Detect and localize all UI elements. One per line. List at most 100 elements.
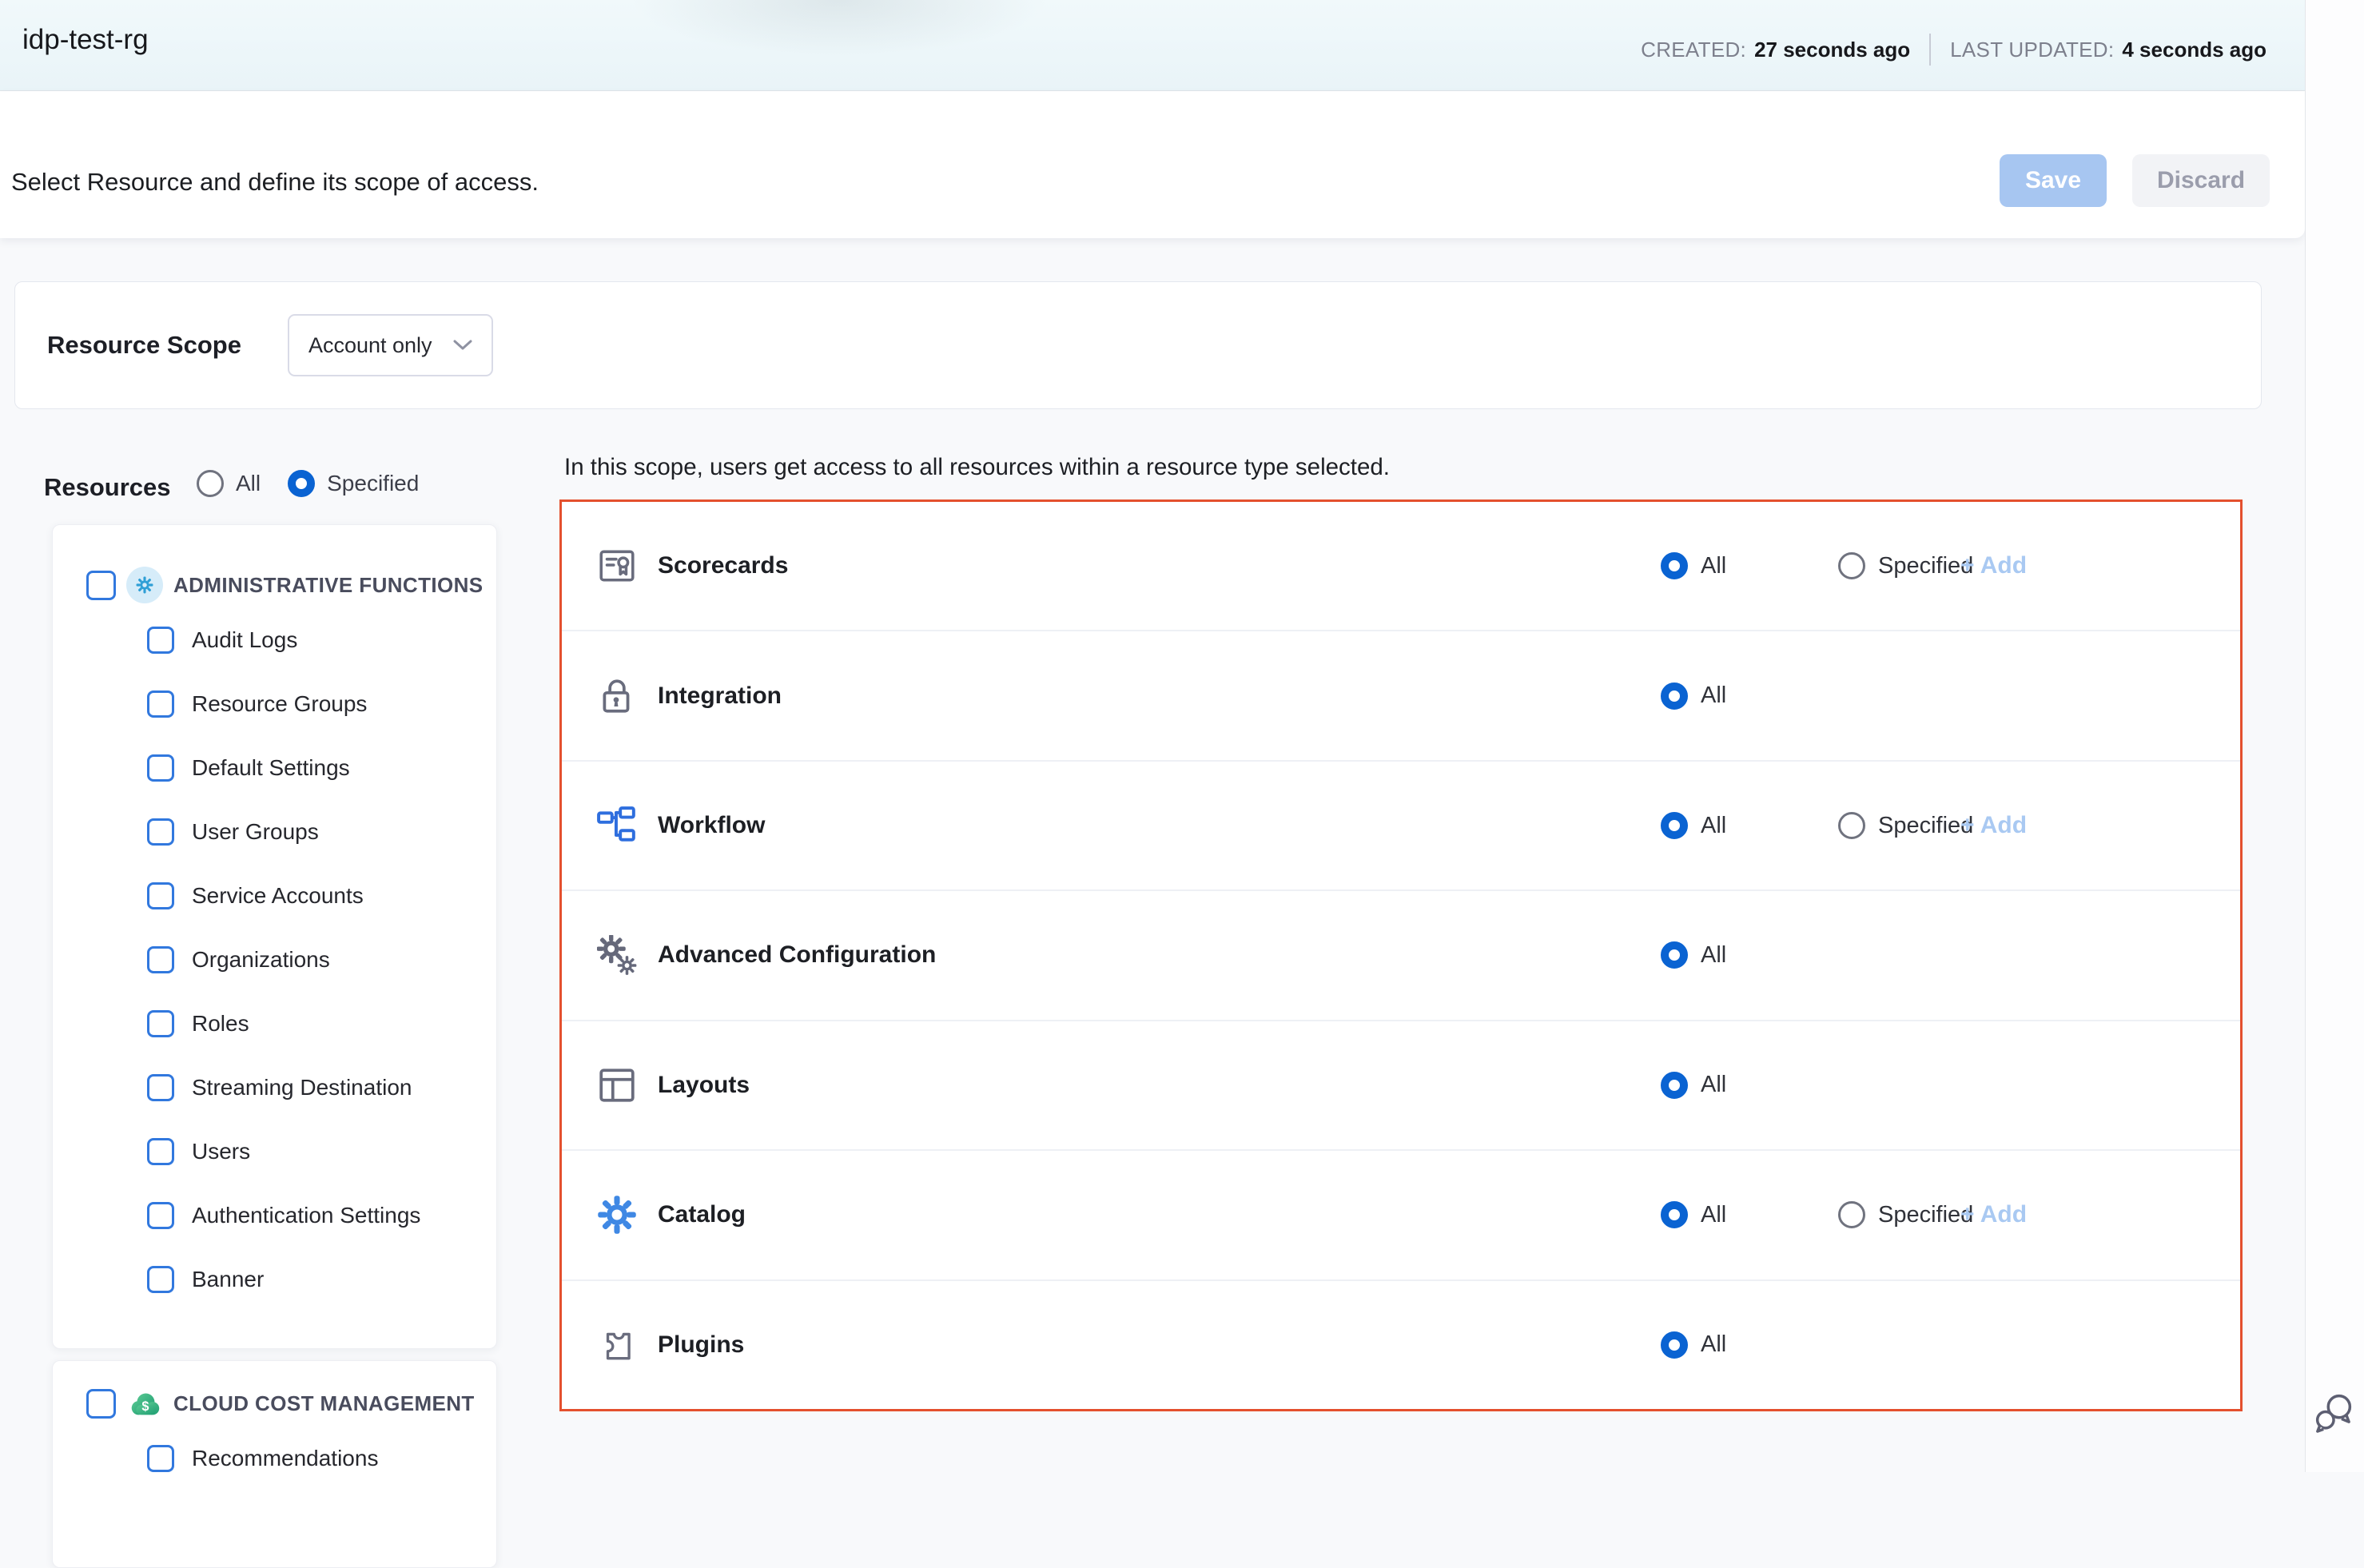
resources-mode-options: All Specified xyxy=(197,470,419,497)
scorecard-icon xyxy=(597,546,637,586)
resource-scope-label: Resource Scope xyxy=(47,331,241,360)
resource-type-row: Layouts All xyxy=(562,1021,2240,1151)
header-meta: CREATED: 27 seconds ago LAST UPDATED: 4 … xyxy=(1641,34,2266,66)
resources-mode-specified[interactable]: Specified xyxy=(288,470,419,497)
all-radio[interactable] xyxy=(1661,941,1688,969)
item-checkbox[interactable] xyxy=(147,754,174,782)
resource-item[interactable]: Audit Logs xyxy=(147,608,488,672)
resource-group-header: ADMINISTRATIVE FUNCTIONS xyxy=(86,567,488,603)
resource-group-card: $ CLOUD COST MANAGEMENT Recommendations xyxy=(52,1360,497,1568)
resource-item[interactable]: Banner xyxy=(147,1248,488,1311)
item-checkbox[interactable] xyxy=(147,1138,174,1165)
resource-type-label: Scorecards xyxy=(658,552,788,579)
resource-type-label: Workflow xyxy=(658,812,765,839)
resource-item[interactable]: Roles xyxy=(147,992,488,1056)
all-radio[interactable] xyxy=(1661,1072,1688,1099)
item-checkbox[interactable] xyxy=(147,818,174,846)
resource-item[interactable]: Users xyxy=(147,1120,488,1184)
resources-mode-all[interactable]: All xyxy=(197,470,261,497)
group-checkbox[interactable] xyxy=(86,1389,116,1419)
all-radio[interactable] xyxy=(1661,1201,1688,1228)
item-checkbox[interactable] xyxy=(147,1445,174,1472)
toolbar-description: Select Resource and define its scope of … xyxy=(11,168,539,197)
access-all-option[interactable]: All xyxy=(1661,812,1726,839)
resource-item[interactable]: Organizations xyxy=(147,928,488,992)
specified-radio[interactable] xyxy=(1838,812,1865,839)
updated-label: LAST UPDATED: xyxy=(1950,38,2114,62)
mode-radio[interactable] xyxy=(288,470,315,497)
item-checkbox[interactable] xyxy=(147,690,174,718)
access-all-option[interactable]: All xyxy=(1661,1072,1726,1099)
resource-item[interactable]: Service Accounts xyxy=(147,864,488,928)
access-all-option[interactable]: All xyxy=(1661,683,1726,710)
access-all-option[interactable]: All xyxy=(1661,1201,1726,1228)
chat-support-icon[interactable] xyxy=(2310,1387,2359,1437)
all-radio[interactable] xyxy=(1661,683,1688,710)
resource-type-label: Catalog xyxy=(658,1201,746,1228)
gears-icon xyxy=(597,935,637,975)
access-specified-option[interactable]: Specified xyxy=(1838,812,1973,839)
plugin-icon xyxy=(597,1325,637,1365)
page-header: idp-test-rg CREATED: 27 seconds ago LAST… xyxy=(0,0,2305,91)
catalog-gear-icon xyxy=(597,1195,637,1235)
group-items: Audit LogsResource GroupsDefault Setting… xyxy=(86,608,488,1311)
item-checkbox[interactable] xyxy=(147,1074,174,1101)
header-sheen xyxy=(631,0,1047,56)
resource-item[interactable]: Recommendations xyxy=(147,1427,488,1490)
resource-item[interactable]: Resource Groups xyxy=(147,672,488,736)
resource-scope-card: Resource Scope Account only xyxy=(14,281,2262,409)
item-checkbox[interactable] xyxy=(147,1266,174,1293)
meta-divider xyxy=(1929,34,1931,66)
resource-type-label: Plugins xyxy=(658,1331,744,1359)
discard-button[interactable]: Discard xyxy=(2132,154,2270,207)
item-checkbox[interactable] xyxy=(147,1010,174,1037)
resource-scope-dropdown[interactable]: Account only xyxy=(288,314,493,376)
layout-icon xyxy=(597,1065,637,1105)
mode-radio[interactable] xyxy=(197,470,224,497)
access-all-option[interactable]: All xyxy=(1661,941,1726,969)
workflow-icon xyxy=(597,806,637,846)
page-title: idp-test-rg xyxy=(22,24,149,56)
resource-item[interactable]: Authentication Settings xyxy=(147,1184,488,1248)
resource-type-row: Plugins All xyxy=(562,1281,2240,1409)
group-label: CLOUD COST MANAGEMENT xyxy=(173,1391,475,1416)
all-radio[interactable] xyxy=(1661,1331,1688,1359)
resource-group-card: ADMINISTRATIVE FUNCTIONS Audit LogsResou… xyxy=(52,524,497,1349)
access-all-option[interactable]: All xyxy=(1661,1331,1726,1359)
item-checkbox[interactable] xyxy=(147,882,174,909)
resource-item[interactable]: User Groups xyxy=(147,800,488,864)
lock-icon xyxy=(597,676,637,716)
all-radio[interactable] xyxy=(1661,812,1688,839)
cloud-dollar-icon: $ xyxy=(126,1385,163,1422)
resource-type-label: Layouts xyxy=(658,1072,750,1099)
item-checkbox[interactable] xyxy=(147,627,174,654)
module-gear-icon xyxy=(126,567,163,603)
resource-type-row: Scorecards All Specified + Add xyxy=(562,502,2240,631)
svg-text:$: $ xyxy=(141,1399,149,1414)
resource-type-row: Integration All xyxy=(562,631,2240,761)
resource-item[interactable]: Streaming Destination xyxy=(147,1056,488,1120)
add-button[interactable]: + Add xyxy=(1960,1201,2027,1228)
save-button[interactable]: Save xyxy=(2000,154,2107,207)
item-checkbox[interactable] xyxy=(147,1202,174,1229)
group-label: ADMINISTRATIVE FUNCTIONS xyxy=(173,573,484,598)
highlighted-resource-table: Scorecards All Specified + Add Integrati… xyxy=(559,499,2243,1411)
item-checkbox[interactable] xyxy=(147,946,174,973)
group-checkbox[interactable] xyxy=(86,571,116,600)
scope-info-text: In this scope, users get access to all r… xyxy=(564,454,1390,481)
specified-radio[interactable] xyxy=(1838,552,1865,579)
access-specified-option[interactable]: Specified xyxy=(1838,552,1973,579)
add-button[interactable]: + Add xyxy=(1960,552,2027,579)
specified-radio[interactable] xyxy=(1838,1201,1865,1228)
access-specified-option[interactable]: Specified xyxy=(1838,1201,1973,1228)
resource-type-label: Integration xyxy=(658,683,782,710)
right-gutter xyxy=(2305,0,2364,1472)
resource-group-header: $ CLOUD COST MANAGEMENT xyxy=(86,1385,488,1422)
resource-item[interactable]: Default Settings xyxy=(147,736,488,800)
all-radio[interactable] xyxy=(1661,552,1688,579)
toolbar: Select Resource and define its scope of … xyxy=(0,91,2305,238)
created-label: CREATED: xyxy=(1641,38,1746,62)
access-all-option[interactable]: All xyxy=(1661,552,1726,579)
created-value: 27 seconds ago xyxy=(1754,38,1910,62)
add-button[interactable]: + Add xyxy=(1960,812,2027,839)
